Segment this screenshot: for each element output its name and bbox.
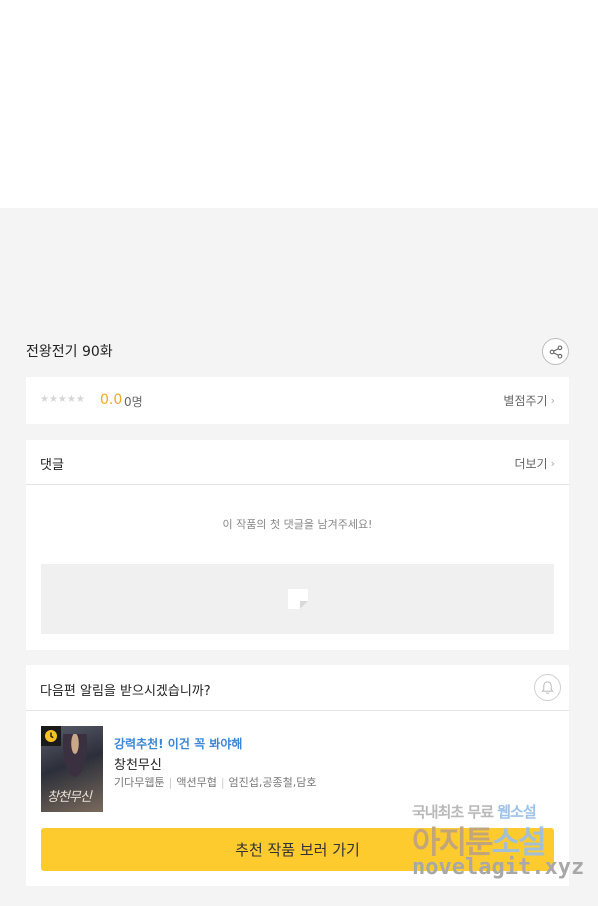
recommend-tag: 강력추천! 이건 꼭 봐야해 bbox=[114, 737, 243, 751]
notify-card: 다음편 알림을 받으시겠습니까? 창천무신 강력추천! 이건 꼭 봐야해 창천무… bbox=[26, 665, 569, 886]
share-icon bbox=[549, 344, 562, 359]
thumbnail-character bbox=[61, 734, 89, 782]
recommend-genre: 액션무협 bbox=[176, 776, 217, 789]
comment-empty-message: 이 작품의 첫 댓글을 남겨주세요! bbox=[222, 518, 373, 531]
recommended-thumbnail[interactable]: 창천무신 bbox=[41, 726, 103, 812]
rate-button-label: 별점주기 bbox=[503, 394, 548, 408]
chevron-right-icon: › bbox=[550, 394, 555, 407]
meta-divider: | bbox=[220, 775, 225, 789]
ad-area bbox=[0, 0, 598, 208]
comment-card: 댓글 더보기 › 이 작품의 첫 댓글을 남겨주세요! bbox=[26, 440, 569, 650]
recommend-authors: 엄진섭,공종철,담호 bbox=[228, 776, 317, 789]
thumbnail-title-art: 창천무신 bbox=[47, 790, 92, 805]
comment-placeholder-icon bbox=[287, 589, 308, 609]
rating-count: 0명 bbox=[124, 395, 143, 409]
recommend-category: 기다무웹툰 bbox=[114, 776, 165, 789]
notify-header: 다음편 알림을 받으시겠습니까? bbox=[26, 665, 569, 711]
star-rating-display: ★★★★★ bbox=[40, 394, 85, 405]
share-button[interactable] bbox=[542, 338, 569, 365]
comment-more-button[interactable]: 더보기 › bbox=[514, 455, 555, 472]
comment-more-label: 더보기 bbox=[514, 457, 548, 471]
view-recommendation-button[interactable]: 추천 작품 보러 가기 bbox=[41, 828, 554, 871]
comment-header: 댓글 더보기 › bbox=[26, 440, 569, 485]
recommend-title[interactable]: 창천무신 bbox=[114, 754, 162, 773]
comment-title: 댓글 bbox=[40, 458, 64, 473]
meta-divider: | bbox=[168, 775, 173, 789]
episode-title: 전왕전기 90화 bbox=[26, 344, 113, 360]
rate-button[interactable]: 별점주기 › bbox=[503, 392, 555, 409]
notify-bell-button[interactable] bbox=[534, 674, 561, 701]
clock-icon bbox=[41, 726, 61, 746]
comment-input-placeholder[interactable] bbox=[41, 564, 554, 634]
recommend-meta: 기다무웹툰 | 액션무협 | 엄진섭,공종철,담호 bbox=[114, 774, 316, 790]
bell-icon bbox=[541, 681, 554, 694]
notify-question: 다음편 알림을 받으시겠습니까? bbox=[40, 684, 211, 699]
rating-score: 0.0 bbox=[100, 392, 123, 408]
chevron-right-icon: › bbox=[550, 457, 555, 470]
rating-card: ★★★★★ 0.0 0명 별점주기 › bbox=[26, 377, 569, 424]
